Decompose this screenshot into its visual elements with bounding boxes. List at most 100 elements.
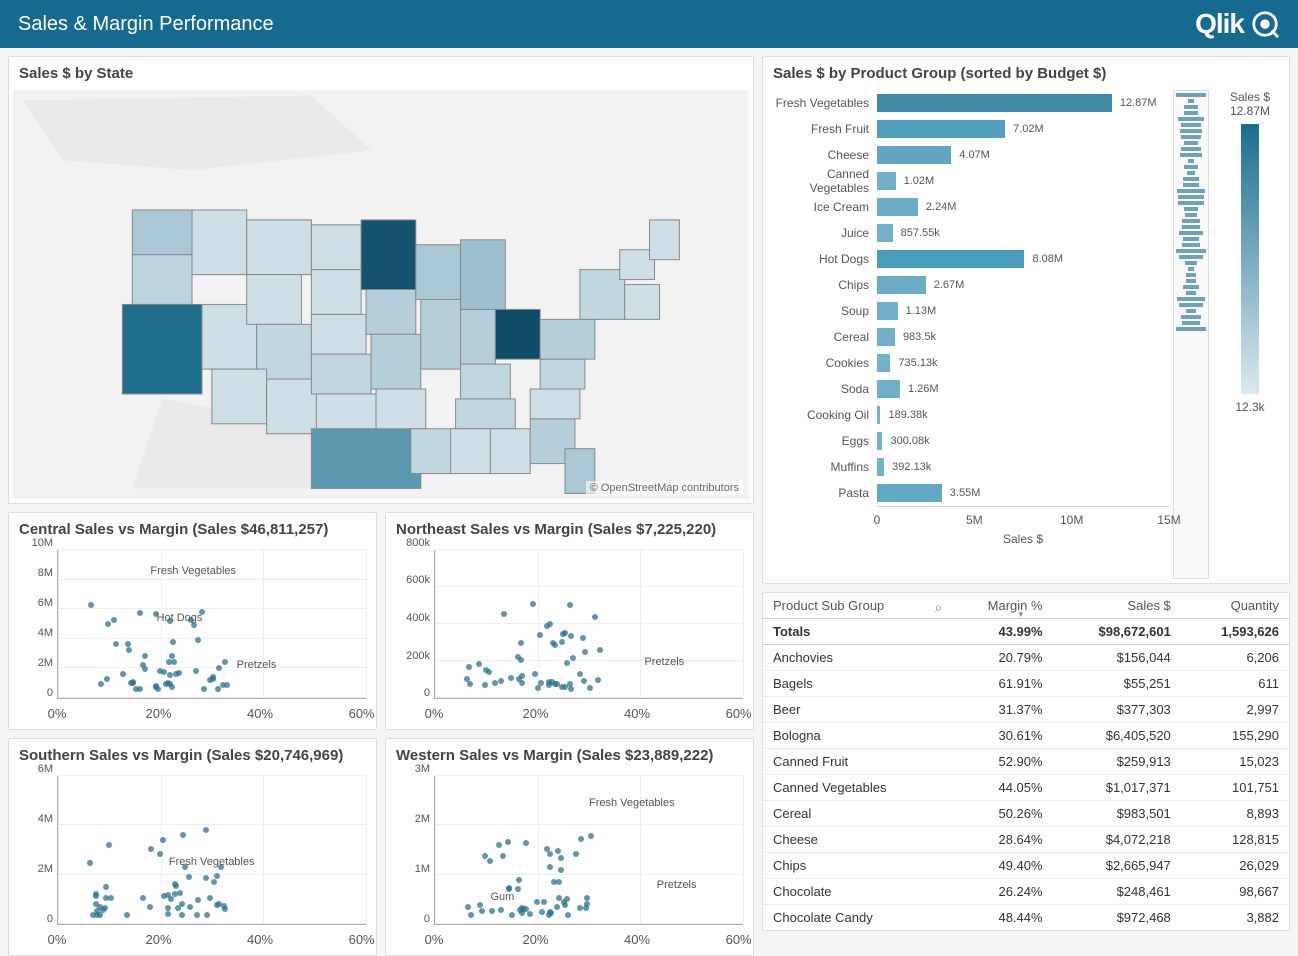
- bar-value-label: 2.67M: [930, 276, 965, 294]
- bar-row[interactable]: Cheese4.07M: [767, 142, 1169, 168]
- table-row[interactable]: Beer31.37%$377,3032,997: [763, 697, 1289, 723]
- bar-category: Pasta: [767, 486, 877, 500]
- bar-category: Eggs: [767, 434, 877, 448]
- us-map-svg: [13, 90, 749, 499]
- bar-panel[interactable]: Sales $ by Product Group (sorted by Budg…: [762, 56, 1290, 584]
- legend-min: 12.3k: [1215, 400, 1285, 414]
- map-attribution: © OpenStreetMap contributors: [586, 481, 743, 495]
- bar-row[interactable]: Soup 1.13M: [767, 298, 1169, 324]
- bar-category: Muffins: [767, 460, 877, 474]
- table-row[interactable]: Bagels61.91%$55,251611: [763, 671, 1289, 697]
- bar-title: Sales $ by Product Group (sorted by Budg…: [763, 57, 1289, 90]
- bar-category: Soup: [767, 304, 877, 318]
- scatter-grid: Central Sales vs Margin (Sales $46,811,2…: [8, 512, 754, 956]
- scatter-title: Southern Sales vs Margin (Sales $20,746,…: [9, 739, 376, 772]
- bar-category: Fresh Vegetables: [767, 96, 877, 110]
- bar-row[interactable]: Soda 1.26M: [767, 376, 1169, 402]
- bar-value-label: 983.5k: [899, 328, 936, 346]
- scatter-data-label: Pretzels: [644, 656, 684, 668]
- scatter-title: Northeast Sales vs Margin (Sales $7,225,…: [386, 513, 753, 546]
- scatter-data-label: Fresh Vegetables: [150, 565, 236, 577]
- table-row[interactable]: Canned Fruit52.90%$259,91315,023: [763, 749, 1289, 775]
- qlik-logo-icon: [1250, 9, 1280, 39]
- bar-row[interactable]: Juice 857.55k: [767, 220, 1169, 246]
- table-row[interactable]: Canned Vegetables44.05%$1,017,371101,751: [763, 775, 1289, 801]
- bar-value-label: 189.38k: [884, 406, 927, 424]
- bar-category: Cheese: [767, 148, 877, 162]
- scatter-data-label: Gum: [490, 891, 514, 903]
- scatter-panel-1[interactable]: Northeast Sales vs Margin (Sales $7,225,…: [385, 512, 754, 730]
- search-icon[interactable]: ⌕: [935, 599, 943, 616]
- scatter-panel-3[interactable]: Western Sales vs Margin (Sales $23,889,2…: [385, 738, 754, 956]
- bar-row[interactable]: Canned Vegetables 1.02M: [767, 168, 1169, 194]
- bar-value-label: 8.08M: [1028, 250, 1063, 268]
- table-row-totals[interactable]: Totals43.99%$98,672,6011,593,626: [763, 619, 1289, 645]
- scatter-title: Central Sales vs Margin (Sales $46,811,2…: [9, 513, 376, 546]
- scatter-title: Western Sales vs Margin (Sales $23,889,2…: [386, 739, 753, 772]
- col-product[interactable]: Product Sub Group⌕: [763, 593, 948, 619]
- bar-row[interactable]: Cooking Oil 189.38k: [767, 402, 1169, 428]
- table-row[interactable]: Chocolate26.24%$248,46198,667: [763, 879, 1289, 905]
- bar-chart[interactable]: Fresh Vegetables12.87MFresh Fruit7.02MCh…: [767, 90, 1169, 579]
- scatter-chart[interactable]: Fresh Vegetables02M4M6M0%20%40%60%: [9, 772, 376, 955]
- table-row[interactable]: Cereal50.26%$983,5018,893: [763, 801, 1289, 827]
- bar-value-label: 3.55M: [946, 484, 981, 502]
- col-margin[interactable]: Margin %▾: [948, 593, 1052, 619]
- bar-row[interactable]: Fresh Fruit7.02M: [767, 116, 1169, 142]
- bar-xlabel: Sales $: [1003, 532, 1043, 546]
- scatter-panel-2[interactable]: Southern Sales vs Margin (Sales $20,746,…: [8, 738, 377, 956]
- bar-category: Ice Cream: [767, 200, 877, 214]
- bar-value-label: 1.26M: [904, 380, 939, 398]
- bar-value-label: 735.13k: [894, 354, 937, 372]
- bar-row[interactable]: Cereal983.5k: [767, 324, 1169, 350]
- scatter-data-label: Hot Dogs: [157, 612, 203, 624]
- col-sales[interactable]: Sales $: [1053, 593, 1181, 619]
- scatter-panel-0[interactable]: Central Sales vs Margin (Sales $46,811,2…: [8, 512, 377, 730]
- table-row[interactable]: Chips49.40%$2,665,94726,029: [763, 853, 1289, 879]
- table-row[interactable]: Anchovies20.79%$156,0446,206: [763, 645, 1289, 671]
- scatter-data-label: Fresh Vegetables: [169, 856, 255, 868]
- data-table[interactable]: Product Sub Group⌕ Margin %▾ Sales $ Qua…: [763, 593, 1289, 930]
- map-chart[interactable]: © OpenStreetMap contributors: [13, 90, 749, 499]
- bar-row[interactable]: Chips 2.67M: [767, 272, 1169, 298]
- bar-category: Hot Dogs: [767, 252, 877, 266]
- map-panel[interactable]: Sales $ by State: [8, 56, 754, 504]
- bar-row[interactable]: Pasta 3.55M: [767, 480, 1169, 506]
- bar-category: Soda: [767, 382, 877, 396]
- col-qty[interactable]: Quantity: [1181, 593, 1289, 619]
- app-header: Sales & Margin Performance Qlik: [0, 0, 1298, 48]
- map-title: Sales $ by State: [9, 57, 753, 90]
- bar-row[interactable]: Fresh Vegetables12.87M: [767, 90, 1169, 116]
- bar-row[interactable]: Eggs300.08k: [767, 428, 1169, 454]
- bar-category: Chips: [767, 278, 877, 292]
- scatter-chart[interactable]: Fresh VegetablesGumPretzels01M2M3M0%20%4…: [386, 772, 753, 955]
- table-row[interactable]: Cheese28.64%$4,072,218128,815: [763, 827, 1289, 853]
- table-row[interactable]: Bologna30.61%$6,405,520155,290: [763, 723, 1289, 749]
- bar-row[interactable]: Ice Cream2.24M: [767, 194, 1169, 220]
- scatter-chart[interactable]: Pretzels0200k400k600k800k0%20%40%60%: [386, 546, 753, 729]
- bar-value-label: 857.55k: [897, 224, 940, 242]
- bar-scrollbar[interactable]: [1173, 90, 1209, 579]
- table-row[interactable]: Chocolate Candy48.44%$972,4683,882: [763, 905, 1289, 931]
- bar-category: Juice: [767, 226, 877, 240]
- legend-title: Sales $: [1215, 90, 1285, 104]
- scatter-chart[interactable]: Fresh VegetablesHot DogsPretzels02M4M6M8…: [9, 546, 376, 729]
- bar-category: Cooking Oil: [767, 408, 877, 422]
- scatter-data-label: Pretzels: [237, 659, 277, 671]
- bar-legend: Sales $ 12.87M 12.3k: [1215, 90, 1285, 579]
- legend-gradient: [1241, 124, 1259, 394]
- table-panel[interactable]: Product Sub Group⌕ Margin %▾ Sales $ Qua…: [762, 592, 1290, 931]
- scatter-data-label: Fresh Vegetables: [589, 797, 675, 809]
- bar-category: Canned Vegetables: [767, 167, 877, 195]
- bar-value-label: 392.13k: [888, 458, 931, 476]
- bar-category: Cookies: [767, 356, 877, 370]
- bar-row[interactable]: Muffins 392.13k: [767, 454, 1169, 480]
- bar-row[interactable]: Cookies 735.13k: [767, 350, 1169, 376]
- bar-category: Fresh Fruit: [767, 122, 877, 136]
- bar-value-label: 1.02M: [900, 172, 935, 190]
- legend-max: 12.87M: [1215, 104, 1285, 118]
- bar-row[interactable]: Hot Dogs 8.08M: [767, 246, 1169, 272]
- scatter-data-label: Pretzels: [657, 879, 697, 891]
- page-title: Sales & Margin Performance: [18, 13, 274, 36]
- bar-value-label: 1.13M: [902, 302, 937, 320]
